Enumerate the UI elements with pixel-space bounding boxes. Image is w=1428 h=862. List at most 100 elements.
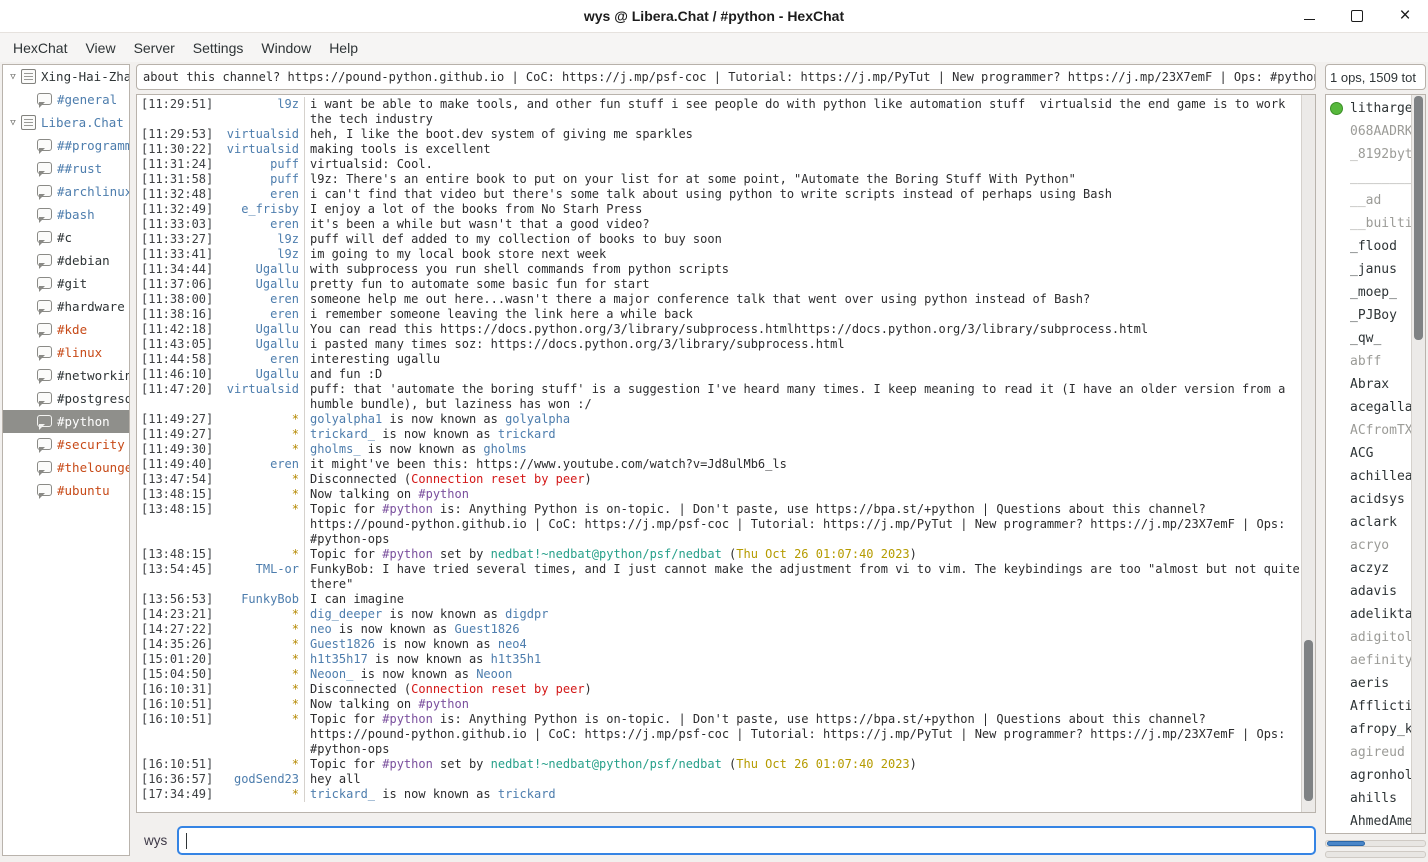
topic-bar[interactable]: about this channel? https://pound-python… (136, 64, 1316, 90)
userlist-item-_________[interactable]: _________ (1326, 166, 1411, 189)
userlist-item-acegalla-[interactable]: acegalla- (1326, 396, 1411, 419)
userlist-scrollbar-thumb[interactable] (1414, 96, 1423, 340)
chat-scrollbar[interactable] (1301, 95, 1315, 812)
userlist-hscrollbar-thumb[interactable] (1327, 841, 1365, 846)
userlist-item-acg[interactable]: ACG (1326, 442, 1411, 465)
menu-help[interactable]: Help (320, 36, 367, 60)
menu-window[interactable]: Window (252, 36, 320, 60)
link[interactable]: https://bpa.st/+python (816, 502, 975, 516)
message-text: with subprocess you run shell commands f… (310, 262, 729, 276)
userlist-item-__builtin[interactable]: __builtin (1326, 212, 1411, 235)
close-icon[interactable]: × (1396, 7, 1414, 25)
message-text: is now known as (375, 787, 498, 801)
channel-icon (37, 93, 52, 105)
sidebar-item-ubuntu[interactable]: #ubuntu (3, 479, 129, 502)
userlist-item-abff[interactable]: abff (1326, 350, 1411, 373)
chat-scrollbar-thumb[interactable] (1304, 640, 1313, 801)
link[interactable]: https://pound-python.github.io (310, 517, 527, 531)
userlist-item-_janus[interactable]: _janus (1326, 258, 1411, 281)
sidebar-item-libera.chat[interactable]: ▽ Libera.Chat (3, 111, 129, 134)
link[interactable]: https://j.mp/23X7emF (1090, 727, 1235, 741)
sidebar-item-general[interactable]: #general (3, 88, 129, 111)
sidebar-item-hardware[interactable]: #hardware (3, 295, 129, 318)
userlist-item-_pjboy[interactable]: _PJBoy (1326, 304, 1411, 327)
userlist-item-litharge[interactable]: litharge (1326, 97, 1411, 120)
sidebar-item-git[interactable]: #git (3, 272, 129, 295)
menu-server[interactable]: Server (125, 36, 184, 60)
sidebar-item-xing-hai-zhan[interactable]: ▽Xing-Hai-Zhan (3, 65, 129, 88)
message-text: digdpr (505, 607, 548, 621)
link[interactable]: https://j.mp/PyTut (823, 517, 953, 531)
userlist-item-068aadrkn[interactable]: 068AADRKN (1326, 120, 1411, 143)
userlist-item-aclark[interactable]: aclark (1326, 511, 1411, 534)
userlist-item-_qw_[interactable]: _qw_ (1326, 327, 1411, 350)
userlist-item-adavis[interactable]: adavis (1326, 580, 1411, 603)
userlist-hscrollbar[interactable] (1325, 840, 1426, 847)
userlist-item-adigitole[interactable]: adigitole (1326, 626, 1411, 649)
expander-icon[interactable]: ▽ (5, 72, 21, 82)
userlist-item-aeris[interactable]: aeris (1326, 672, 1411, 695)
sidebar-item-linux[interactable]: #linux (3, 341, 129, 364)
sidebar-item-postgresql[interactable]: #postgresql (3, 387, 129, 410)
sidebar-item-bash[interactable]: #bash (3, 203, 129, 226)
sidebar-item-kde[interactable]: #kde (3, 318, 129, 341)
window-title: wys @ Libera.Chat / #python - HexChat (0, 8, 1428, 24)
sidebar-item-programming[interactable]: ##programming (3, 134, 129, 157)
menu-view[interactable]: View (76, 36, 124, 60)
link[interactable]: https://j.mp/psf-coc (585, 517, 730, 531)
link[interactable]: https://docs.python.org/3/library/subpro… (440, 322, 1148, 336)
chat-message: puff will def added to my collection of … (305, 232, 1301, 247)
userlist-item-agronholm[interactable]: agronholm (1326, 764, 1411, 787)
sidebar-item-debian[interactable]: #debian (3, 249, 129, 272)
userlist-item-aczyz[interactable]: aczyz (1326, 557, 1411, 580)
sidebar-item-archlinux[interactable]: #archlinux (3, 180, 129, 203)
userlist-item-acidsys[interactable]: acidsys (1326, 488, 1411, 511)
chat-line-meta: [16:36:57]godSend23 (141, 772, 305, 787)
userlist-item-adeliktas[interactable]: adeliktas (1326, 603, 1411, 626)
chat-line: [11:33:27]l9zpuff will def added to my c… (141, 232, 1301, 247)
user-nick: achilleas (1350, 469, 1411, 484)
userlist-item-afflictio[interactable]: Afflictio (1326, 695, 1411, 718)
link[interactable]: https://pound-python.github.io (310, 727, 527, 741)
userlist-item-_8192byte[interactable]: _8192byte (1326, 143, 1411, 166)
userlist-item-ahills[interactable]: ahills (1326, 787, 1411, 810)
userlist-item-acryo[interactable]: acryo (1326, 534, 1411, 557)
message-text: Topic for (310, 757, 382, 771)
userlist-item-aefinity[interactable]: aefinity (1326, 649, 1411, 672)
sidebar-item-python[interactable]: #python (3, 410, 129, 433)
sidebar-item-label: #networking (57, 368, 129, 383)
userlist-item-__ad[interactable]: __ad (1326, 189, 1411, 212)
sidebar-item-label: #debian (57, 253, 110, 268)
link[interactable]: https://j.mp/PyTut (823, 727, 953, 741)
sidebar-item-c[interactable]: #c (3, 226, 129, 249)
sidebar-item-networking[interactable]: #networking (3, 364, 129, 387)
message-input[interactable] (177, 826, 1316, 855)
userlist-item-achilleas[interactable]: achilleas (1326, 465, 1411, 488)
userlist-item-agireud[interactable]: agireud (1326, 741, 1411, 764)
chat-message: I enjoy a lot of the books from No Starh… (305, 202, 1301, 217)
event-star-icon: * (292, 787, 299, 802)
user-nick: ACG (1350, 446, 1373, 461)
sidebar-item-rust[interactable]: ##rust (3, 157, 129, 180)
userlist-item-acfromtx[interactable]: ACfromTX (1326, 419, 1411, 442)
sidebar-item-security[interactable]: #security (3, 433, 129, 456)
userlist-item-_flood[interactable]: _flood (1326, 235, 1411, 258)
minimize-icon[interactable] (1300, 7, 1318, 25)
expander-icon[interactable]: ▽ (5, 118, 21, 128)
userlist-item-ahmedamer[interactable]: AhmedAmer (1326, 810, 1411, 833)
link[interactable]: https://bpa.st/+python (816, 712, 975, 726)
menu-hexchat[interactable]: HexChat (4, 36, 76, 60)
link[interactable]: https://docs.python.org/3/library/subpro… (491, 337, 845, 351)
message-text: Connection reset by peer (411, 472, 584, 486)
userlist-item-_moep_[interactable]: _moep_ (1326, 281, 1411, 304)
sidebar-item-thelounge[interactable]: #thelounge (3, 456, 129, 479)
maximize-icon[interactable] (1348, 7, 1366, 25)
link[interactable]: https://j.mp/23X7emF (1090, 517, 1235, 531)
link[interactable]: https://www.youtube.com/watch?v=Jd8ulMb6… (476, 457, 787, 471)
userlist-item-abrax[interactable]: Abrax (1326, 373, 1411, 396)
userlist-item-afropy_ke[interactable]: afropy_ke (1326, 718, 1411, 741)
sidebar-item-label: Libera.Chat (41, 115, 124, 130)
userlist-scrollbar[interactable] (1411, 95, 1425, 833)
menu-settings[interactable]: Settings (184, 36, 253, 60)
link[interactable]: https://j.mp/psf-coc (585, 727, 730, 741)
